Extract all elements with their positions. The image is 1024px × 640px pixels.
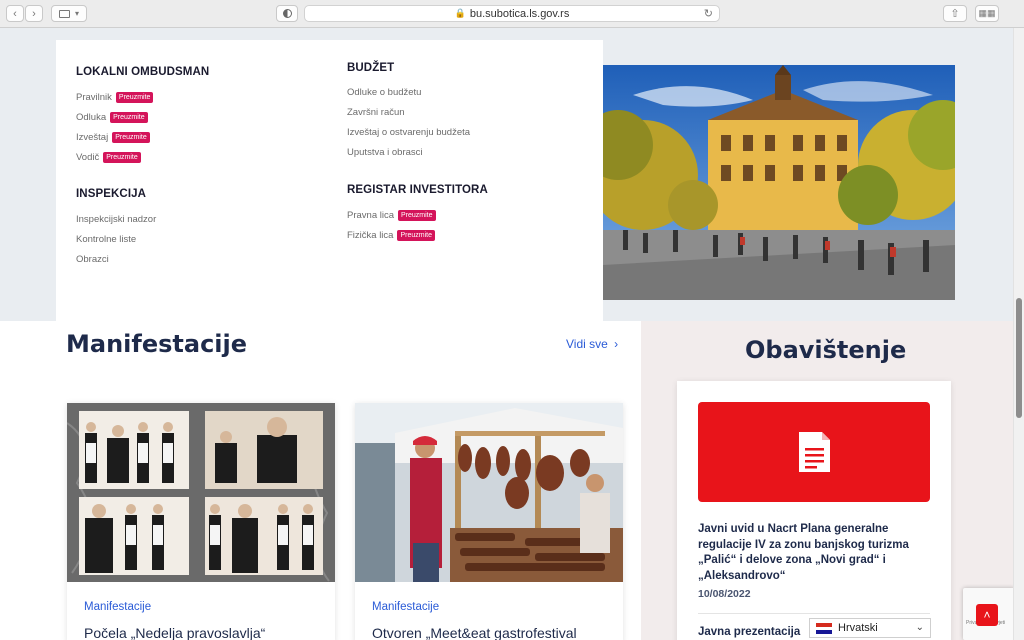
chevron-up-icon: ˄ [983,608,991,622]
menu-item-uputstva-i-obrasci[interactable]: Uputstva i obrasci [347,147,423,158]
download-badge[interactable]: Preuzmite [112,132,150,143]
event-card-image [67,403,335,582]
menu-item-izvestaj-o-ostvarenju[interactable]: Izveštaj o ostvarenju budžeta [347,127,470,138]
menu-item-odluka[interactable]: Odluka Preuzmite [76,112,148,123]
notice-banner[interactable] [698,402,930,502]
menu-item-label: Fizička lica [347,230,394,241]
sidebar-icon [58,9,70,18]
menu-item-izvestaj[interactable]: Izveštaj Preuzmite [76,132,150,143]
page-scrollbar[interactable] [1013,28,1024,640]
notice-card[interactable]: Javni uvid u Nacrt Plana generalne regul… [677,381,951,640]
download-badge[interactable]: Preuzmite [397,230,435,241]
section-title-manifestacije: Manifestacije [66,330,248,358]
notice-date: 10/08/2022 [698,588,751,600]
menu-item-zavrsni-racun[interactable]: Završni račun [347,107,405,118]
sidebar-toggle-button[interactable]: ▾ [51,5,87,22]
download-badge[interactable]: Preuzmite [110,112,148,123]
menu-heading-lokalni-ombudsman: LOKALNI OMBUDSMAN [76,66,210,78]
notice-next-title[interactable]: Javna prezentacija [698,626,800,638]
see-all-label: Vidi sve [566,337,608,351]
grid-icon: ▦▦ [978,8,996,18]
privacy-shield-button[interactable] [276,5,298,22]
menu-item-pravna-lica[interactable]: Pravna lica Preuzmite [347,210,436,221]
section-title-obavestenje: Obavištenje [745,336,907,364]
menu-item-vodic[interactable]: Vodič Preuzmite [76,152,141,163]
language-select[interactable]: Hrvatski ⌄ [809,618,931,638]
menu-heading-registar-investitora: REGISTAR INVESTITORA [347,184,488,196]
tabs-overview-button[interactable]: ▦▦ [975,5,999,22]
event-card[interactable]: Manifestacije Otvoren „Meet&eat gastrofe… [355,403,623,640]
menu-item-label: Odluka [76,112,107,123]
menu-item-odluke-o-budzetu[interactable]: Odluke o budžetu [347,87,421,98]
back-to-top-button[interactable]: ˄ [976,604,998,626]
address-bar[interactable]: 🔒 bu.subotica.ls.gov.rs ↻ [304,5,720,22]
menu-item-fizicka-lica[interactable]: Fizička lica Preuzmite [347,230,435,241]
forward-button[interactable]: › [25,5,43,22]
notice-title[interactable]: Javni uvid u Nacrt Plana generalne regul… [698,522,938,584]
chevron-down-icon: ▾ [74,9,79,18]
document-icon [799,432,830,472]
menu-item-kontrolne-liste[interactable]: Kontrolne liste [76,234,136,245]
menu-item-label: Pravilnik [76,92,112,103]
menu-item-label: Izveštaj [76,132,109,143]
event-card-category[interactable]: Manifestacije [372,601,439,613]
event-card-title[interactable]: Otvoren „Meet&eat gastrofestival [372,625,577,640]
back-button[interactable]: ‹ [6,5,24,22]
croatian-flag-icon [816,622,832,634]
share-button[interactable]: ⇧ [943,5,967,22]
reload-icon[interactable]: ↻ [704,7,713,20]
menu-heading-inspekcija: INSPEKCIJA [76,188,147,200]
menu-item-obrazci[interactable]: Obrazci [76,254,109,265]
menu-item-label: Vodič [76,152,100,163]
share-icon: ⇧ [950,8,960,20]
download-badge[interactable]: Preuzmite [115,92,154,103]
see-all-link[interactable]: Vidi sve › [566,337,618,351]
event-card[interactable]: Manifestacije Počela „Nedelja pravoslavl… [67,403,335,640]
browser-toolbar: ‹ › ▾ 🔒 bu.subotica.ls.gov.rs ↻ ⇧ ▦▦ [0,0,1024,28]
divider [698,613,930,614]
download-badge[interactable]: Preuzmite [103,152,141,163]
download-badge[interactable]: Preuzmite [398,210,436,221]
town-hall-photo [603,65,955,300]
language-label: Hrvatski [838,622,878,634]
event-card-title[interactable]: Počela „Nedelja pravoslavlja“ [84,625,265,640]
chevron-right-icon: › [614,337,619,351]
menu-item-inspekcijski-nadzor[interactable]: Inspekcijski nadzor [76,214,156,225]
lock-icon: 🔒 [454,8,466,18]
menu-heading-budzet: BUDŽET [347,62,395,74]
url-text: bu.subotica.ls.gov.rs [469,7,570,20]
chevron-down-icon: ⌄ [915,622,924,633]
menu-item-label: Pravna lica [347,210,394,221]
menu-item-pravilnik[interactable]: Pravilnik Preuzmite [76,92,154,103]
event-card-image [355,403,623,582]
event-card-category[interactable]: Manifestacije [84,601,151,613]
shield-icon [282,9,292,18]
mega-menu-panel: LOKALNI OMBUDSMAN Pravilnik Preuzmite Od… [56,40,603,321]
scrollbar-thumb[interactable] [1016,298,1022,418]
